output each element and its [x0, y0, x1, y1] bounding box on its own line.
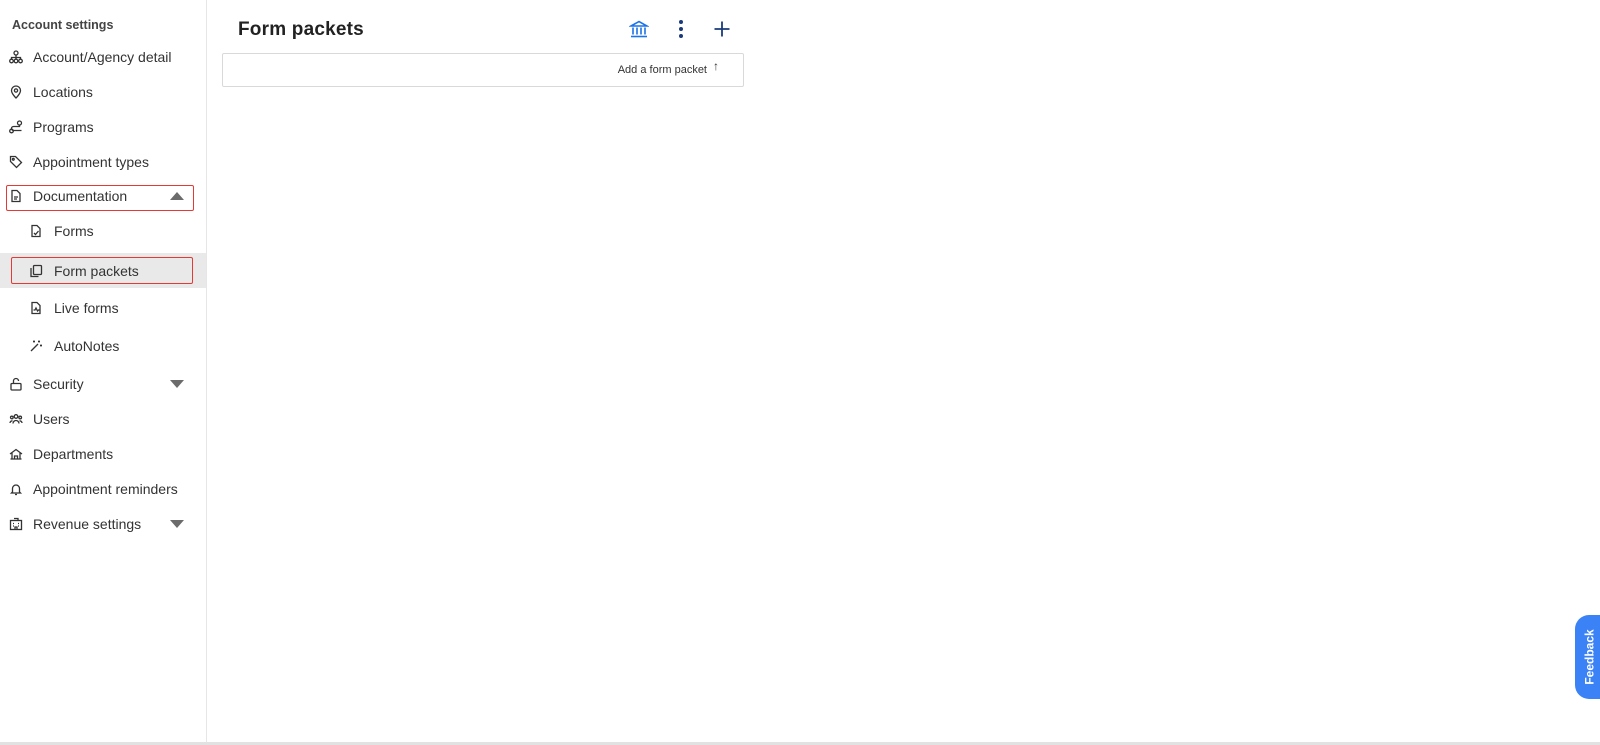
chevron-down-icon[interactable]: [170, 520, 184, 528]
sidebar-item-departments[interactable]: Departments: [0, 438, 206, 470]
tag-icon: [8, 154, 24, 170]
building-icon: [8, 516, 24, 532]
chevron-down-icon[interactable]: [170, 380, 184, 388]
sidebar-item-label: Departments: [33, 446, 114, 462]
sidebar-item-locations[interactable]: Locations: [0, 76, 206, 108]
sidebar-item-autonotes[interactable]: AutoNotes: [0, 330, 206, 362]
sidebar-heading: Account settings: [12, 18, 114, 32]
form-packet-list: Add a form packet ↑: [222, 53, 744, 87]
sidebar-item-programs[interactable]: Programs: [0, 111, 206, 143]
document-icon: [8, 188, 24, 204]
sidebar-item-forms[interactable]: Forms: [0, 215, 206, 247]
sidebar-item-label: Live forms: [54, 300, 119, 316]
users-icon: [8, 411, 24, 427]
add-button[interactable]: [709, 18, 735, 44]
sidebar-item-users[interactable]: Users: [0, 403, 206, 435]
route-icon: [8, 119, 24, 135]
page-title: Form packets: [238, 19, 364, 40]
form-doc-icon: [28, 223, 44, 239]
sidebar-item-label: Locations: [33, 84, 93, 100]
department-icon: [8, 446, 24, 462]
sidebar-item-appointment-reminders[interactable]: Appointment reminders: [0, 473, 206, 505]
sidebar-item-label: Programs: [33, 119, 94, 135]
sidebar-item-appointment-types[interactable]: Appointment types: [0, 146, 206, 178]
org-chart-icon: [8, 49, 24, 65]
bell-icon: [8, 481, 24, 497]
sidebar-item-label: Revenue settings: [33, 516, 142, 532]
chevron-up-icon[interactable]: [170, 192, 184, 200]
sidebar-item-security[interactable]: Security: [0, 368, 206, 400]
sidebar-item-form-packets[interactable]: Form packets: [0, 253, 206, 288]
copy-stack-icon: [28, 263, 44, 279]
sidebar-item-label: Appointment reminders: [33, 481, 178, 497]
magic-wand-icon: [28, 338, 44, 354]
plus-icon: [713, 20, 731, 43]
sidebar-item-label: Users: [33, 411, 70, 427]
sidebar-item-live-forms[interactable]: Live forms: [0, 292, 206, 324]
sidebar-item-label: Appointment types: [33, 154, 149, 170]
unlock-icon: [8, 376, 24, 392]
sidebar-item-label: Form packets: [54, 262, 139, 279]
sidebar-item-label: Documentation: [33, 188, 128, 204]
more-vertical-icon: [678, 19, 684, 44]
add-form-packet-link[interactable]: Add a form packet: [618, 64, 707, 76]
sidebar-item-label: Account/Agency detail: [33, 49, 172, 65]
sidebar-item-documentation[interactable]: Documentation: [0, 180, 206, 212]
bank-icon: [627, 19, 651, 44]
sidebar-item-revenue-settings[interactable]: Revenue settings: [0, 508, 206, 540]
feedback-tab[interactable]: Feedback: [1575, 615, 1600, 699]
feedback-label: Feedback: [1583, 629, 1598, 685]
sidebar-item-label: AutoNotes: [54, 338, 120, 354]
library-button[interactable]: [626, 18, 652, 44]
more-options-button[interactable]: [668, 18, 694, 44]
live-doc-icon: [28, 300, 44, 316]
sidebar-item-label: Forms: [54, 223, 94, 239]
sidebar-item-label: Security: [33, 376, 84, 392]
sidebar-item-account-agency-detail[interactable]: Account/Agency detail: [0, 41, 206, 73]
sort-arrow-icon[interactable]: ↑: [713, 59, 719, 73]
settings-sidebar: Account settings Account/Agency detail L…: [0, 0, 207, 742]
location-pin-icon: [8, 84, 24, 100]
